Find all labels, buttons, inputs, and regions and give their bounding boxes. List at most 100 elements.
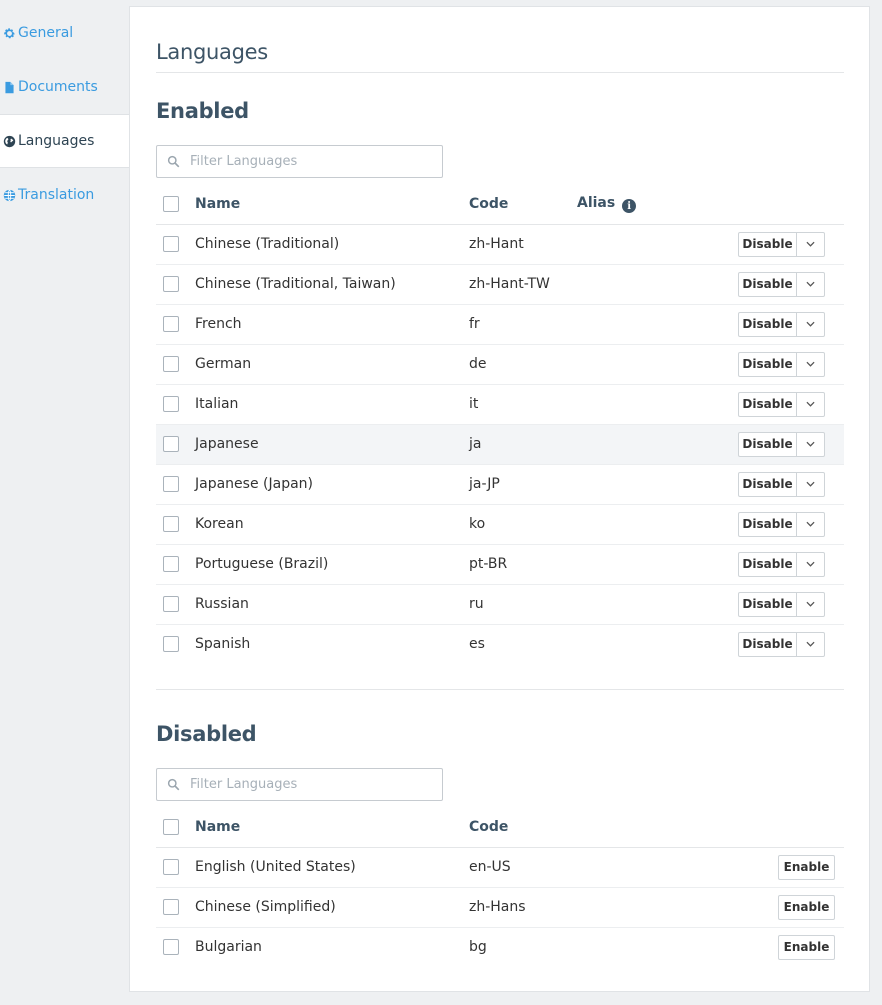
sidebar-item-label: General (18, 25, 74, 41)
disable-button[interactable]: Disable (738, 511, 797, 537)
chevron-down-icon (806, 521, 815, 527)
table-row[interactable]: Korean ko Disable (156, 504, 844, 545)
row-checkbox-cell (156, 504, 195, 545)
table-row[interactable]: German de Disable (156, 344, 844, 385)
enable-button[interactable]: Enable (778, 934, 835, 960)
row-actions: Disable (737, 624, 844, 664)
table-row[interactable]: Chinese (Simplified) zh-Hans Enable (156, 887, 844, 928)
info-icon[interactable]: i (622, 199, 637, 213)
language-alias (577, 344, 737, 385)
disable-button[interactable]: Disable (738, 551, 797, 577)
row-checkbox[interactable] (163, 236, 179, 252)
row-checkbox[interactable] (163, 939, 179, 956)
sidebar-item-documents[interactable]: Documents (0, 60, 129, 114)
language-code: ja (469, 424, 577, 465)
row-checkbox[interactable] (163, 636, 179, 653)
action-dropdown-button[interactable] (797, 391, 825, 417)
disable-button[interactable]: Disable (738, 471, 797, 497)
action-dropdown-button[interactable] (797, 431, 825, 457)
action-dropdown-button[interactable] (797, 351, 825, 377)
row-actions: Disable (737, 584, 844, 625)
disable-button[interactable]: Disable (738, 591, 797, 617)
main-panel: Languages Enabled Name Code Alias i Chin… (129, 6, 870, 992)
action-dropdown-button[interactable] (797, 311, 825, 337)
row-checkbox[interactable] (163, 476, 179, 492)
select-all-checkbox[interactable] (163, 195, 179, 212)
sidebar-item-label: Languages (18, 133, 95, 149)
action-dropdown-button[interactable] (797, 271, 825, 297)
language-name: Chinese (Simplified) (195, 887, 469, 928)
row-actions: Disable (737, 424, 844, 465)
action-dropdown-button[interactable] (797, 511, 825, 537)
sidebar-item-translation[interactable]: Translation (0, 168, 129, 222)
column-header-actions (737, 184, 844, 225)
language-alias (577, 424, 737, 465)
table-row[interactable]: Bulgarian bg Enable (156, 927, 844, 967)
table-header-row: Name Code Alias i (156, 184, 844, 225)
action-dropdown-button[interactable] (797, 631, 825, 657)
alias-label: Alias (577, 194, 616, 211)
row-checkbox[interactable] (163, 356, 179, 372)
action-dropdown-button[interactable] (797, 471, 825, 497)
disabled-filter-input[interactable] (190, 777, 430, 792)
enable-button[interactable]: Enable (778, 854, 835, 880)
disable-button[interactable]: Disable (738, 391, 797, 417)
action-dropdown-button[interactable] (797, 551, 825, 577)
row-checkbox-cell (156, 384, 195, 425)
disabled-filter[interactable] (156, 768, 443, 801)
language-alias (577, 464, 737, 505)
disable-button[interactable]: Disable (738, 271, 797, 297)
table-row[interactable]: Spanish es Disable (156, 624, 844, 664)
disable-button[interactable]: Disable (738, 351, 797, 377)
language-name: English (United States) (195, 847, 469, 888)
enabled-filter[interactable] (156, 145, 443, 178)
row-checkbox[interactable] (163, 556, 179, 572)
sidebar-item-general[interactable]: General (0, 6, 129, 60)
select-all-checkbox[interactable] (163, 818, 179, 835)
row-checkbox[interactable] (163, 596, 179, 612)
enabled-filter-input[interactable] (190, 154, 430, 169)
table-row[interactable]: Japanese ja Disable (156, 424, 844, 465)
disable-button[interactable]: Disable (738, 231, 797, 257)
language-code: zh-Hans (469, 887, 577, 928)
disable-button-group: Disable (738, 431, 825, 457)
action-dropdown-button[interactable] (797, 231, 825, 257)
column-header-code[interactable]: Code (469, 807, 577, 848)
sidebar-item-languages[interactable]: Languages (0, 114, 129, 168)
row-checkbox[interactable] (163, 396, 179, 412)
table-row[interactable]: English (United States) en-US Enable (156, 847, 844, 888)
table-row[interactable]: Japanese (Japan) ja-JP Disable (156, 464, 844, 505)
disable-button[interactable]: Disable (738, 311, 797, 337)
action-dropdown-button[interactable] (797, 591, 825, 617)
table-row[interactable]: Portuguese (Brazil) pt-BR Disable (156, 544, 844, 585)
column-header-name[interactable]: Name (195, 807, 469, 848)
sidebar: General Documents Languages Translation (0, 6, 129, 222)
language-code: pt-BR (469, 544, 577, 585)
table-row[interactable]: Chinese (Traditional, Taiwan) zh-Hant-TW… (156, 264, 844, 305)
disable-button[interactable]: Disable (738, 631, 797, 657)
language-name: Portuguese (Brazil) (195, 544, 469, 585)
select-all-cell (156, 184, 195, 225)
enable-button[interactable]: Enable (778, 894, 835, 920)
row-checkbox-cell (156, 464, 195, 505)
column-header-name[interactable]: Name (195, 184, 469, 225)
row-checkbox[interactable] (163, 276, 179, 292)
language-code: zh-Hant-TW (469, 264, 577, 305)
language-code: zh-Hant (469, 224, 577, 265)
row-checkbox[interactable] (163, 316, 179, 332)
language-name: Japanese (195, 424, 469, 465)
row-checkbox[interactable] (163, 516, 179, 532)
document-icon (2, 80, 16, 94)
disable-button[interactable]: Disable (738, 431, 797, 457)
column-header-code[interactable]: Code (469, 184, 577, 225)
row-checkbox[interactable] (163, 899, 179, 915)
table-row[interactable]: Chinese (Traditional) zh-Hant Disable (156, 224, 844, 265)
table-row[interactable]: Italian it Disable (156, 384, 844, 425)
chevron-down-icon (806, 321, 815, 327)
row-checkbox[interactable] (163, 436, 179, 452)
table-row[interactable]: French fr Disable (156, 304, 844, 345)
language-code: de (469, 344, 577, 385)
row-checkbox[interactable] (163, 859, 179, 875)
row-actions: Enable (737, 847, 844, 888)
table-row[interactable]: Russian ru Disable (156, 584, 844, 625)
